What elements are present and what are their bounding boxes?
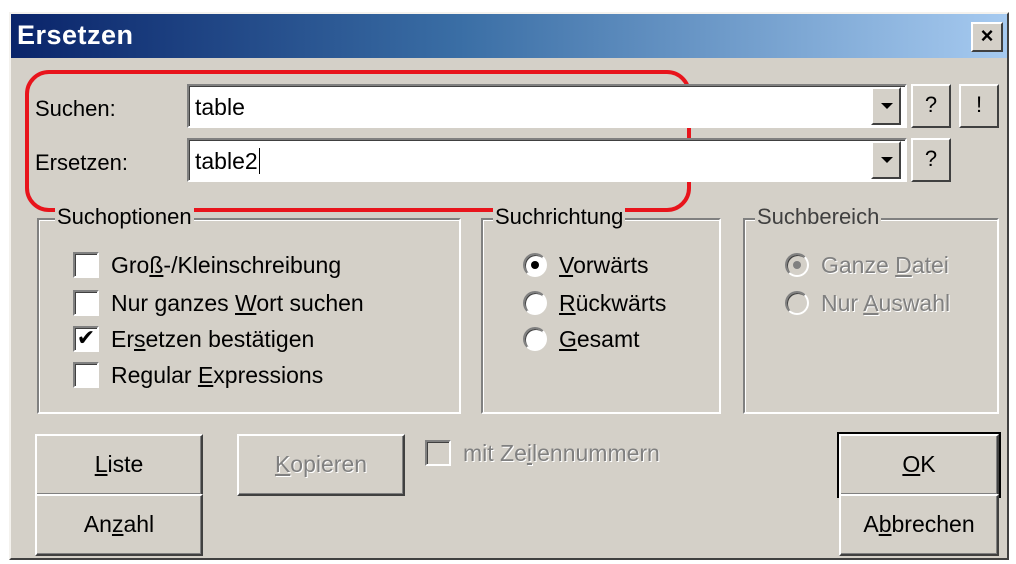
direction-backward[interactable]: Rückwärts (523, 290, 666, 317)
regex-checkbox[interactable] (73, 361, 99, 388)
ok-button[interactable]: OK (837, 432, 1001, 498)
selection-radio (785, 290, 809, 315)
option-regex[interactable]: Regular Expressions (73, 361, 323, 390)
cancel-button[interactable]: Abbrechen (839, 494, 999, 556)
all-radio[interactable] (523, 326, 547, 351)
search-input[interactable]: table (187, 84, 907, 128)
text-cursor (258, 148, 260, 174)
close-icon: × (980, 23, 994, 48)
search-input-value: table (195, 94, 245, 120)
search-exec-button[interactable]: ! (959, 84, 999, 128)
case-sensitive-checkbox[interactable] (73, 251, 99, 278)
help-icon: ? (924, 146, 938, 171)
replace-dropdown-button[interactable] (871, 141, 901, 179)
confirm-replace-checkbox[interactable]: ✔ (73, 325, 99, 352)
help-icon: ? (924, 92, 938, 117)
whole-word-checkbox[interactable] (73, 289, 99, 316)
backward-radio[interactable] (523, 290, 547, 315)
option-case-sensitive[interactable]: Groß-/Kleinschreibung (73, 251, 341, 280)
whole-file-radio (785, 252, 809, 277)
search-options-title: Suchoptionen (55, 204, 194, 230)
option-confirm-replace[interactable]: ✔ Ersetzen bestätigen (73, 325, 314, 354)
replace-help-button[interactable]: ? (911, 138, 951, 182)
dialog-title: Ersetzen (17, 20, 134, 50)
close-button[interactable]: × (971, 22, 1003, 52)
scope-selection: Nur Auswahl (785, 290, 950, 317)
search-dropdown-button[interactable] (871, 87, 901, 125)
forward-radio[interactable] (523, 252, 547, 277)
direction-group: Suchrichtung Vorwärts Rückwärts Gesamt (481, 204, 721, 414)
copy-button: Kopieren (237, 434, 405, 496)
line-numbers-checkbox (425, 439, 451, 466)
replace-input-value: table2 (195, 148, 258, 174)
scope-whole-file: Ganze Datei (785, 252, 949, 279)
count-button[interactable]: Anzahl (35, 494, 203, 556)
line-numbers-option: mit Zeilennummern (425, 439, 660, 468)
title-bar[interactable]: Ersetzen × (11, 14, 1007, 58)
scope-title: Suchbereich (755, 204, 882, 230)
exclamation-icon: ! (975, 92, 983, 117)
direction-all[interactable]: Gesamt (523, 326, 640, 353)
direction-forward[interactable]: Vorwärts (523, 252, 648, 279)
scope-group: Suchbereich Ganze Datei Nur Auswahl (743, 204, 999, 414)
search-options-group: Suchoptionen Groß-/Kleinschreibung Nur g… (37, 204, 461, 414)
replace-input[interactable]: table2 (187, 138, 907, 182)
search-label: Suchen: (35, 96, 116, 121)
replace-dialog: Ersetzen × Suchen: table ? ! Ersetzen: t… (9, 12, 1009, 560)
option-whole-word[interactable]: Nur ganzes Wort suchen (73, 289, 364, 318)
search-help-button[interactable]: ? (911, 84, 951, 128)
replace-label: Ersetzen: (35, 150, 128, 175)
direction-title: Suchrichtung (493, 204, 626, 230)
list-button[interactable]: Liste (35, 434, 203, 496)
